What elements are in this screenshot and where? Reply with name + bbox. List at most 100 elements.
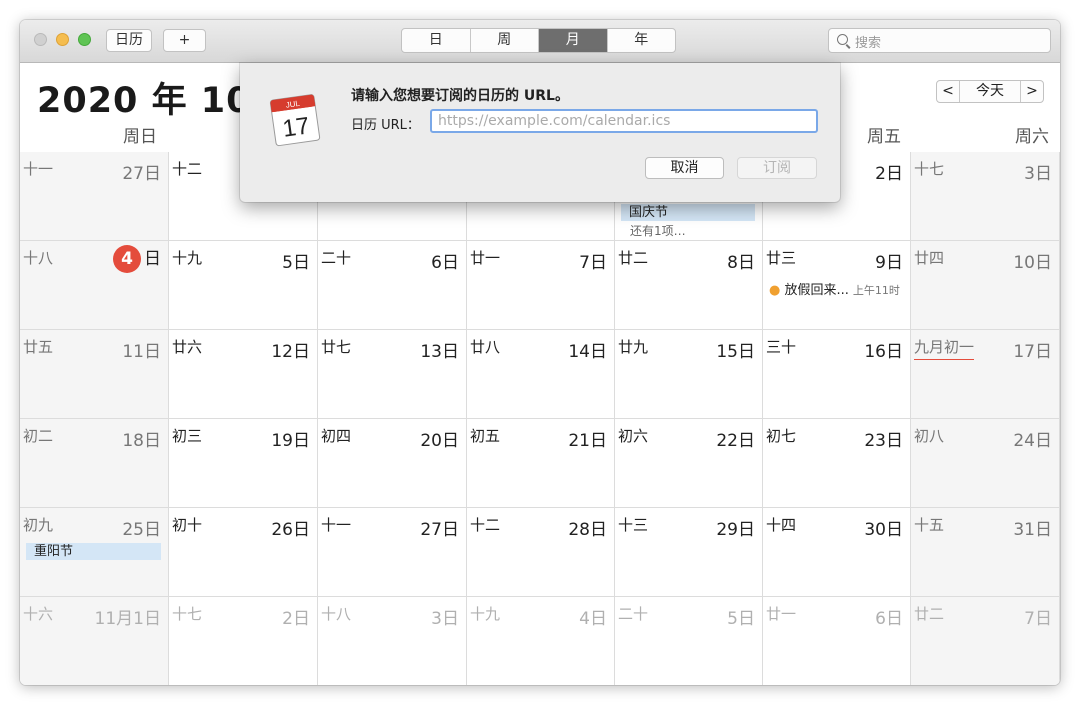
gregorian-date: 15日 (716, 342, 755, 362)
gregorian-date: 25日 (122, 520, 161, 540)
lunar-date: 廿九 (618, 338, 649, 356)
calendars-button[interactable]: 日历 (106, 29, 152, 52)
today-date: 4日 (113, 244, 161, 273)
gregorian-date: 9日 (875, 253, 903, 273)
add-event-button[interactable]: + (163, 29, 206, 52)
day-cell[interactable]: 初六 22日 (615, 419, 763, 508)
day-cell[interactable]: 初十 26日 (169, 508, 318, 597)
month-grid: 十一27日十二28日十三29日十四30日十五1日国庆节还有1项…十六2日十七3日… (20, 152, 1060, 685)
day-cell[interactable]: 廿八 14日 (467, 330, 615, 419)
lunar-date: 十一 (321, 516, 352, 534)
next-month-button[interactable]: > (1021, 81, 1043, 102)
day-cell[interactable]: 十六 11月1日 (20, 597, 169, 685)
gregorian-date: 14日 (568, 342, 607, 362)
calendar-app-icon: JUL 17 (269, 94, 321, 147)
day-cell[interactable]: 十一 27日 (20, 152, 169, 241)
gregorian-date: 5日 (727, 609, 755, 629)
subscribe-button[interactable]: 订阅 (737, 157, 817, 179)
all-day-event[interactable]: 国庆节 (621, 204, 755, 221)
day-cell[interactable]: 十五 31日 (911, 508, 1060, 597)
day-cell[interactable]: 二十 5日 (615, 597, 763, 685)
day-cell[interactable]: 十七 3日 (911, 152, 1060, 241)
day-cell[interactable]: 十二 28日 (467, 508, 615, 597)
day-cell[interactable]: 十三 29日 (615, 508, 763, 597)
lunar-date: 十七 (914, 160, 945, 178)
close-window-button[interactable] (34, 33, 47, 46)
lunar-date: 初五 (470, 427, 501, 445)
day-cell[interactable]: 初二 18日 (20, 419, 169, 508)
lunar-date: 初二 (23, 427, 54, 445)
lunar-date: 初九 (23, 516, 54, 534)
gregorian-date: 23日 (864, 431, 903, 451)
tab-year[interactable]: 年 (608, 29, 676, 52)
search-field[interactable]: 搜索 (828, 28, 1051, 53)
day-cell[interactable]: 十七 2日 (169, 597, 318, 685)
day-cell[interactable]: 十四 30日 (763, 508, 911, 597)
day-cell[interactable]: 廿五 11日 (20, 330, 169, 419)
zoom-window-button[interactable] (78, 33, 91, 46)
day-cell[interactable]: 二十 6日 (318, 241, 467, 330)
gregorian-date: 2日 (875, 164, 903, 184)
day-cell[interactable]: 十八 3日 (318, 597, 467, 685)
lunar-date: 廿三 (766, 249, 797, 267)
minimize-window-button[interactable] (56, 33, 69, 46)
date-suffix: 日 (144, 249, 161, 269)
calendar-window: 日历 + 日 周 月 年 搜索 2020 年 10 月 < 今天 > 周日 周一… (20, 20, 1060, 685)
gregorian-date: 29日 (716, 520, 755, 540)
day-cell[interactable]: 廿三 9日 ● 放假回来... 上午11时 (763, 241, 911, 330)
day-cell[interactable]: 廿四 10日 (911, 241, 1060, 330)
day-cell[interactable]: 十九 5日 (169, 241, 318, 330)
previous-month-button[interactable]: < (937, 81, 960, 102)
cancel-button[interactable]: 取消 (645, 157, 724, 179)
url-input[interactable] (430, 109, 818, 133)
gregorian-date: 27日 (122, 164, 161, 184)
today-button[interactable]: 今天 (960, 81, 1021, 102)
gregorian-date: 10日 (1013, 253, 1052, 273)
gregorian-date: 16日 (864, 342, 903, 362)
gregorian-date: 13日 (420, 342, 459, 362)
day-cell[interactable]: 初八 24日 (911, 419, 1060, 508)
all-day-event[interactable]: 重阳节 (26, 543, 161, 560)
tab-day[interactable]: 日 (402, 29, 471, 52)
day-cell[interactable]: 十九 4日 (467, 597, 615, 685)
lunar-date: 十四 (766, 516, 797, 534)
day-cell[interactable]: 初四 20日 (318, 419, 467, 508)
day-cell[interactable]: 廿二 7日 (911, 597, 1060, 685)
day-cell[interactable]: 九月初一 17日 (911, 330, 1060, 419)
more-events-link[interactable]: 还有1项… (630, 222, 686, 239)
tab-month[interactable]: 月 (539, 29, 608, 52)
day-cell[interactable]: 廿一 6日 (763, 597, 911, 685)
day-cell[interactable]: 廿九 15日 (615, 330, 763, 419)
gregorian-date: 28日 (568, 520, 607, 540)
day-cell[interactable]: 十一 27日 (318, 508, 467, 597)
gregorian-date: 31日 (1013, 520, 1052, 540)
gregorian-date: 11月1日 (94, 609, 161, 629)
lunar-date: 初八 (914, 427, 945, 445)
gregorian-date: 24日 (1013, 431, 1052, 451)
gregorian-date: 4日 (579, 609, 607, 629)
gregorian-date: 6日 (875, 609, 903, 629)
lunar-date: 二十 (618, 605, 649, 623)
gregorian-date: 11日 (122, 342, 161, 362)
tab-week[interactable]: 周 (471, 29, 539, 52)
url-label: 日历 URL： (351, 118, 420, 133)
lunar-date: 十一 (23, 160, 54, 178)
day-cell[interactable]: 廿六 12日 (169, 330, 318, 419)
day-cell[interactable]: 初七 23日 (763, 419, 911, 508)
day-cell[interactable]: 廿七 13日 (318, 330, 467, 419)
gregorian-date: 21日 (568, 431, 607, 451)
day-cell[interactable]: 十八 4 日 (20, 241, 169, 330)
gregorian-date: 18日 (122, 431, 161, 451)
day-cell[interactable]: 三十 16日 (763, 330, 911, 419)
timed-event[interactable]: ● 放假回来... 上午11时 (769, 279, 900, 298)
day-cell[interactable]: 廿一 7日 (467, 241, 615, 330)
lunar-date: 十八 (321, 605, 352, 623)
toolbar: 日历 + 日 周 月 年 搜索 (20, 20, 1060, 63)
day-cell[interactable]: 廿二 8日 (615, 241, 763, 330)
event-dot-icon: ● (769, 283, 785, 298)
lunar-date: 三十 (766, 338, 797, 356)
day-cell[interactable]: 初五 21日 (467, 419, 615, 508)
day-cell[interactable]: 初九 25日重阳节 (20, 508, 169, 597)
day-cell[interactable]: 初三 19日 (169, 419, 318, 508)
event-title: 放假回来... (784, 283, 849, 298)
